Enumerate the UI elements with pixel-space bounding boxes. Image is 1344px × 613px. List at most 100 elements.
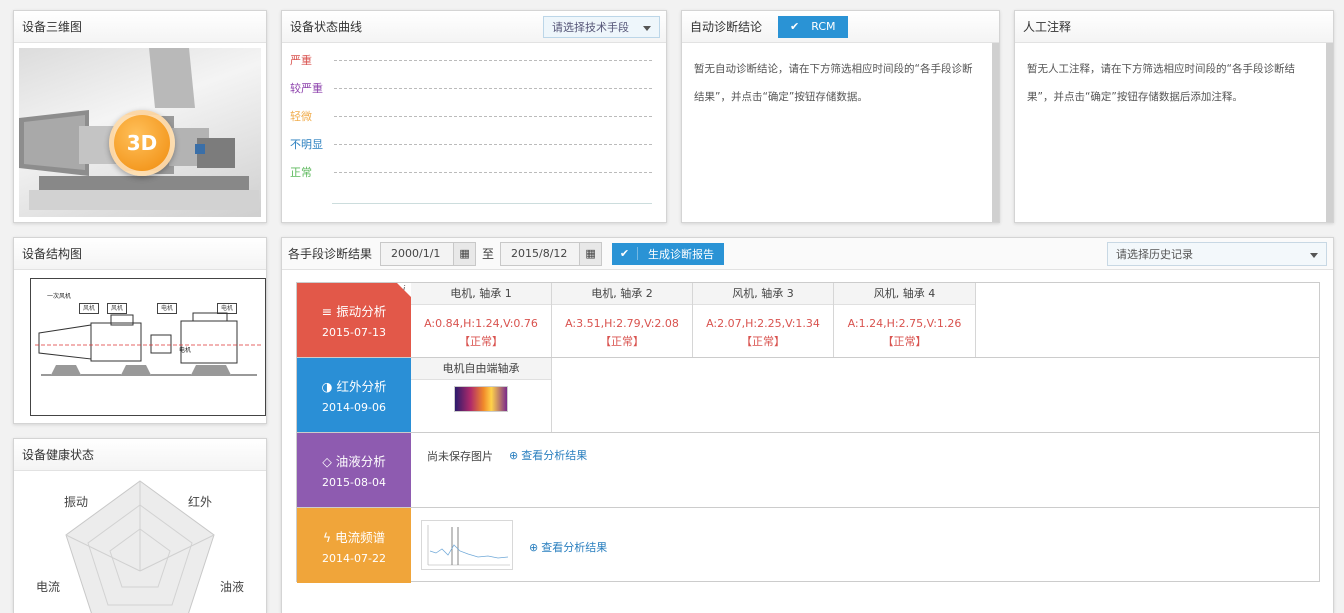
scrollbar[interactable] [1326, 43, 1333, 222]
technique-select-label: 请选择技术手段 [552, 21, 629, 34]
structure-panel: 设备结构图 一次风机 风机 风机 电机 电机 电机 [13, 237, 267, 424]
scrollbar[interactable] [992, 43, 999, 222]
info-icon[interactable]: i [397, 283, 411, 297]
bearing-cell[interactable]: 电机, 轴承 1 A:0.84,H:1.24,V:0.76 【正常】 [411, 283, 552, 357]
three-d-panel: 设备三维图 3D [13, 10, 267, 223]
status-curve-panel: 设备状态曲线 请选择技术手段 严重 较严重 轻微 不明显 正常 [281, 10, 667, 223]
rcm-label: RCM [811, 20, 836, 33]
check-icon: ✔ [790, 20, 800, 33]
droplet-icon: ◇ [322, 454, 332, 469]
results-toolbar: 各手段诊断结果 2000/1/1 ▦ 至 2015/8/12 ▦ ✔ 生成诊断报… [282, 238, 1333, 270]
structure-diagram[interactable]: 一次风机 风机 风机 电机 电机 电机 [30, 278, 266, 416]
bearing-status: 【正常】 [600, 335, 644, 348]
bearing-cell[interactable]: 风机, 轴承 3 A:2.07,H:2.25,V:1.34 【正常】 [693, 283, 834, 357]
calendar-icon[interactable]: ▦ [454, 241, 477, 266]
auto-diagnosis-title: 自动诊断结论 [690, 20, 763, 34]
level-line [334, 143, 652, 145]
bearing-status: 【正常】 [741, 335, 785, 348]
result-row-oil: ◇ 油液分析 2015-08-04 尚未保存图片 ⊕ 查看分析结果 [297, 433, 1319, 508]
level-row-serious: 较严重 [290, 81, 652, 95]
chevron-down-icon [1310, 253, 1318, 258]
method-name: 电流频谱 [335, 529, 386, 545]
level-label: 严重 [290, 54, 312, 67]
motor-label: 电机 [179, 347, 192, 354]
level-row-slight: 轻微 [290, 109, 652, 123]
view-result-link[interactable]: ⊕ 查看分析结果 [509, 447, 587, 463]
view-result-link[interactable]: ⊕ 查看分析结果 [529, 539, 607, 555]
infrared-head: 电机自由端轴承 [411, 358, 551, 380]
rcm-button[interactable]: ✔ RCM [778, 15, 848, 38]
level-label: 不明显 [290, 138, 323, 151]
manual-note-panel: 人工注释 暂无人工注释，请在下方筛选相应时间段的“各手段诊断结果”，并点击“确定… [1014, 10, 1334, 223]
three-d-viewer[interactable]: 3D [19, 48, 261, 217]
generate-report-label: 生成诊断报告 [648, 247, 715, 261]
structure-drawing [35, 312, 261, 376]
method-date: 2015-08-04 [322, 476, 386, 489]
three-d-badge[interactable]: 3D [109, 110, 175, 176]
three-d-title: 设备三维图 [22, 20, 83, 34]
spectrum-thumbnail[interactable] [421, 520, 513, 570]
result-row-current: ϟ 电流频谱 2014-07-22 ⊕ 查看分析结果 [297, 508, 1319, 583]
auto-diagnosis-panel: 自动诊断结论 ✔ RCM 暂无自动诊断结论，请在下方筛选相应时间段的“各手段诊断… [681, 10, 1000, 223]
zoom-icon: ⊕ [509, 449, 519, 462]
level-line [334, 59, 652, 61]
bearing-value: A:2.07,H:2.25,V:1.34 [706, 317, 820, 330]
level-line [334, 87, 652, 89]
end-date-input[interactable]: 2015/8/12 [500, 241, 581, 266]
results-grid: i ≡ 振动分析 2015-07-13 电机, 轴承 1 A:0.84,H:1.… [296, 282, 1320, 583]
technique-select[interactable]: 请选择技术手段 [543, 16, 660, 38]
level-row-normal: 正常 [290, 165, 652, 179]
bearing-status: 【正常】 [882, 335, 927, 348]
bearing-cell[interactable]: 风机, 轴承 4 A:1.24,H:2.75,V:1.26 【正常】 [834, 283, 976, 357]
status-curve-title: 设备状态曲线 [290, 20, 363, 34]
method-name: 油液分析 [335, 454, 386, 469]
method-vibration[interactable]: i ≡ 振动分析 2015-07-13 [297, 283, 411, 357]
lightning-icon: ϟ [322, 529, 332, 545]
curve-baseline [332, 203, 652, 204]
method-name: 振动分析 [336, 304, 387, 319]
view-result-label: 查看分析结果 [521, 449, 588, 462]
view-result-label: 查看分析结果 [541, 541, 608, 554]
bearing-cell[interactable]: 电机, 轴承 2 A:3.51,H:2.79,V:2.08 【正常】 [552, 283, 693, 357]
infrared-cell[interactable]: 电机自由端轴承 [411, 358, 552, 432]
structure-title: 设备结构图 [22, 247, 83, 261]
level-row-severe: 严重 [290, 53, 652, 67]
auto-diagnosis-text: 暂无自动诊断结论，请在下方筛选相应时间段的“各手段诊断结果”，并点击“确定”按钮… [694, 63, 973, 103]
to-label: 至 [482, 247, 495, 261]
bearing-value: A:0.84,H:1.24,V:0.76 [424, 317, 538, 330]
method-date: 2014-07-22 [322, 551, 386, 565]
bearing-head: 风机, 轴承 4 [834, 283, 975, 305]
result-row-vibration: i ≡ 振动分析 2015-07-13 电机, 轴承 1 A:0.84,H:1.… [297, 283, 1319, 358]
level-label: 较严重 [290, 82, 323, 95]
method-infrared[interactable]: ◑ 红外分析 2014-09-06 [297, 358, 411, 432]
contrast-icon: ◑ [321, 379, 333, 394]
thermal-thumbnail[interactable] [454, 386, 508, 412]
method-oil[interactable]: ◇ 油液分析 2015-08-04 [297, 433, 411, 507]
result-row-infrared: ◑ 红外分析 2014-09-06 电机自由端轴承 [297, 358, 1319, 433]
health-panel: 设备健康状态 振动 红外 油液 电流 [13, 438, 267, 613]
diagnosis-results-panel: 各手段诊断结果 2000/1/1 ▦ 至 2015/8/12 ▦ ✔ 生成诊断报… [281, 237, 1334, 613]
radar-axis-label: 电流 [36, 580, 61, 594]
check-icon: ✔ [612, 247, 639, 260]
level-label: 轻微 [290, 110, 312, 123]
method-current[interactable]: ϟ 电流频谱 2014-07-22 [297, 508, 411, 583]
no-image-text: 尚未保存图片 [427, 450, 493, 463]
manual-note-text: 暂无人工注释，请在下方筛选相应时间段的“各手段诊断结果”，并点击“确定”按钮存储… [1027, 63, 1295, 103]
start-date-input[interactable]: 2000/1/1 [380, 241, 455, 266]
bearing-head: 电机, 轴承 1 [411, 283, 551, 305]
zoom-icon: ⊕ [529, 541, 539, 554]
spectrum-plot [427, 525, 510, 566]
chevron-down-icon [643, 26, 651, 31]
results-title: 各手段诊断结果 [288, 247, 373, 261]
radar-axis-label: 红外 [188, 495, 213, 509]
level-row-unclear: 不明显 [290, 137, 652, 151]
bearing-value: A:3.51,H:2.79,V:2.08 [565, 317, 679, 330]
generate-report-button[interactable]: ✔ 生成诊断报告 [612, 242, 725, 265]
level-label: 正常 [290, 166, 312, 179]
history-select[interactable]: 请选择历史记录 [1107, 242, 1327, 266]
method-date: 2015-07-13 [322, 326, 386, 339]
calendar-icon[interactable]: ▦ [580, 241, 603, 266]
method-name: 红外分析 [336, 379, 387, 394]
method-date: 2014-09-06 [322, 401, 386, 414]
sliders-icon: ≡ [321, 304, 333, 319]
